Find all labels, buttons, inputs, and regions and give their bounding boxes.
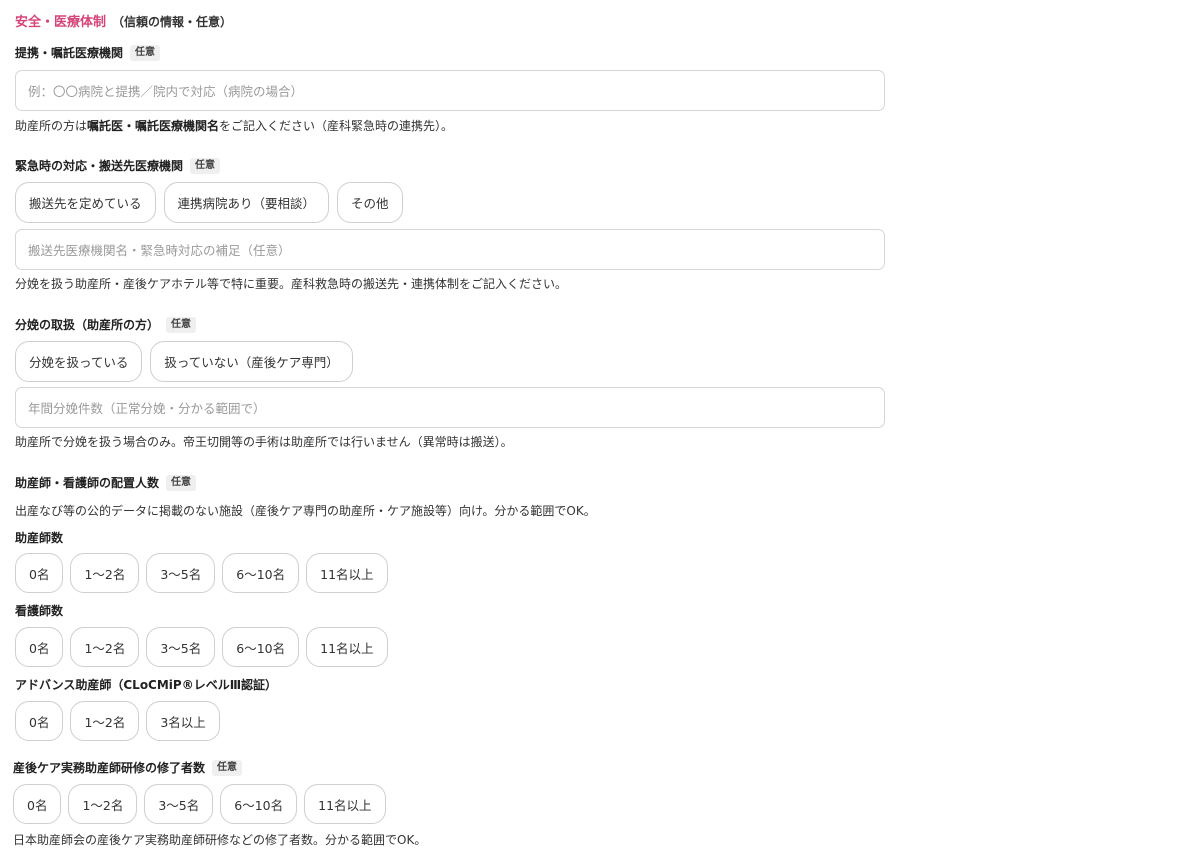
midwives-option-6-10[interactable]: 6〜10名 xyxy=(222,553,300,593)
advanced-option-1-2[interactable]: 1〜2名 xyxy=(70,701,140,741)
midwives-option-1-2[interactable]: 1〜2名 xyxy=(70,553,140,593)
nurses-options: 0名 1〜2名 3〜5名 6〜10名 11名以上 xyxy=(15,627,388,667)
training-option-1-2[interactable]: 1〜2名 xyxy=(68,784,138,824)
nurses-option-1-2[interactable]: 1〜2名 xyxy=(70,627,140,667)
training-label: 産後ケア実務助産師研修の修了者数 任意 xyxy=(13,759,243,776)
partner-help-pre: 助産所の方は xyxy=(15,119,88,133)
delivery-option-not-handled[interactable]: 扱っていない（産後ケア専門） xyxy=(150,341,353,382)
partner-help-post: をご記入ください（産科緊急時の連携先）。 xyxy=(219,119,454,133)
nurses-option-0[interactable]: 0名 xyxy=(15,627,64,667)
training-option-3-5[interactable]: 3〜5名 xyxy=(144,784,214,824)
midwives-option-11-plus[interactable]: 11名以上 xyxy=(306,553,388,593)
optional-badge: 任意 xyxy=(130,44,161,61)
partner-input[interactable]: 例：〇〇病院と提携／院内で対応（病院の場合） xyxy=(15,70,885,111)
training-option-0[interactable]: 0名 xyxy=(13,784,62,824)
midwives-options: 0名 1〜2名 3〜5名 6〜10名 11名以上 xyxy=(15,553,388,593)
optional-badge: 任意 xyxy=(212,759,243,776)
midwives-option-0[interactable]: 0名 xyxy=(15,553,64,593)
advanced-midwives-label: アドバンス助産師（CLoCMiP®レベルⅢ認証） xyxy=(15,678,278,692)
section-title: 安全・医療体制 （信頼の情報・任意） xyxy=(15,11,232,30)
nurses-option-6-10[interactable]: 6〜10名 xyxy=(222,627,300,667)
delivery-option-handles[interactable]: 分娩を扱っている xyxy=(15,341,143,382)
training-help: 日本助産師会の産後ケア実務助産師研修などの修了者数。分かる範囲でOK。 xyxy=(13,833,427,847)
partner-help: 助産所の方は嘱託医・嘱託医療機関名をご記入ください（産科緊急時の連携先）。 xyxy=(15,117,453,134)
advanced-option-3-plus[interactable]: 3名以上 xyxy=(146,701,220,741)
optional-badge: 任意 xyxy=(166,474,197,491)
emergency-option-partner-hospital[interactable]: 連携病院あり（要相談） xyxy=(163,182,330,223)
emergency-option-other[interactable]: その他 xyxy=(337,182,403,223)
partner-label-text: 提携・嘱託医療機関 xyxy=(15,46,124,60)
partner-help-bold: 嘱託医・嘱託医療機関名 xyxy=(87,119,220,133)
emergency-option-destination-set[interactable]: 搬送先を定めている xyxy=(15,182,156,223)
section-title-sub: （信頼の情報・任意） xyxy=(112,15,233,29)
emergency-help: 分娩を扱う助産所・産後ケアホテル等で特に重要。産科救急時の搬送先・連携体制をご記… xyxy=(15,277,568,291)
optional-badge: 任意 xyxy=(166,316,197,333)
advanced-option-0[interactable]: 0名 xyxy=(15,701,64,741)
midwives-option-3-5[interactable]: 3〜5名 xyxy=(146,553,216,593)
training-label-text: 産後ケア実務助産師研修の修了者数 xyxy=(13,761,206,775)
midwives-label: 助産師数 xyxy=(15,531,64,545)
emergency-label-text: 緊急時の対応・搬送先医療機関 xyxy=(15,159,184,173)
nurses-option-3-5[interactable]: 3〜5名 xyxy=(146,627,216,667)
emergency-input[interactable]: 搬送先医療機関名・緊急時対応の補足（任意） xyxy=(15,229,885,270)
staffing-help: 出産なび等の公的データに掲載のない施設（産後ケア専門の助産所・ケア施設等）向け。… xyxy=(15,504,596,518)
delivery-help: 助産所で分娩を扱う場合のみ。帝王切開等の手術は助産所では行いません（異常時は搬送… xyxy=(15,435,513,449)
delivery-options: 分娩を扱っている 扱っていない（産後ケア専門） xyxy=(15,341,353,382)
nurses-label: 看護師数 xyxy=(15,604,64,618)
optional-badge: 任意 xyxy=(190,157,221,174)
delivery-label-text: 分娩の取扱（助産所の方） xyxy=(15,318,160,332)
section-title-main: 安全・医療体制 xyxy=(15,15,107,30)
advanced-midwives-options: 0名 1〜2名 3名以上 xyxy=(15,701,220,741)
partner-label: 提携・嘱託医療機関 任意 xyxy=(15,44,161,61)
staffing-label-text: 助産師・看護師の配置人数 xyxy=(15,476,160,490)
emergency-input-placeholder: 搬送先医療機関名・緊急時対応の補足（任意） xyxy=(28,243,291,258)
emergency-label: 緊急時の対応・搬送先医療機関 任意 xyxy=(15,157,221,174)
training-options: 0名 1〜2名 3〜5名 6〜10名 11名以上 xyxy=(13,784,386,824)
delivery-count-placeholder: 年間分娩件数（正常分娩・分かる範囲で） xyxy=(28,401,266,416)
training-option-6-10[interactable]: 6〜10名 xyxy=(220,784,298,824)
partner-input-placeholder: 例：〇〇病院と提携／院内で対応（病院の場合） xyxy=(28,84,304,99)
emergency-options: 搬送先を定めている 連携病院あり（要相談） その他 xyxy=(15,182,403,223)
training-option-11-plus[interactable]: 11名以上 xyxy=(304,784,386,824)
nurses-option-11-plus[interactable]: 11名以上 xyxy=(306,627,388,667)
staffing-label: 助産師・看護師の配置人数 任意 xyxy=(15,474,197,491)
delivery-label: 分娩の取扱（助産所の方） 任意 xyxy=(15,316,197,333)
delivery-count-input[interactable]: 年間分娩件数（正常分娩・分かる範囲で） xyxy=(15,387,885,428)
